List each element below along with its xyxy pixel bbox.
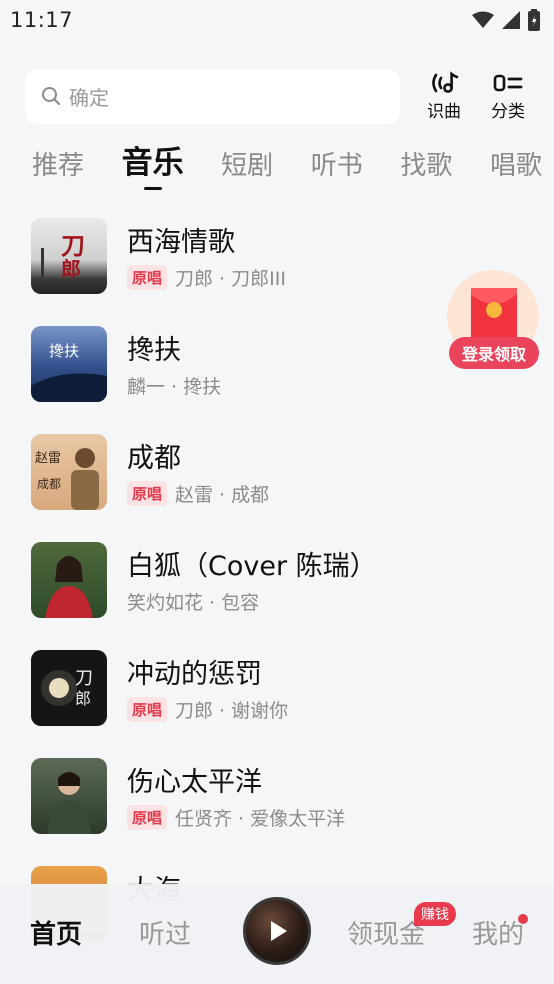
original-badge: 原唱 (127, 481, 168, 506)
song-artist: 赵雷 · 成都 (175, 484, 270, 506)
search-placeholder: 确定 (69, 85, 109, 110)
category-tabs: 推荐 音乐 短剧 听书 找歌 唱歌 (32, 140, 542, 190)
list-item[interactable]: 白狐（Cover 陈瑞） 笑灼如花 · 包容 (0, 534, 554, 634)
music-recognize-icon (432, 70, 459, 93)
notification-dot (518, 914, 528, 924)
search-box[interactable]: 确定 (25, 68, 400, 124)
song-title: 成都 (127, 443, 181, 474)
status-icons (472, 9, 540, 31)
tab-recommend[interactable]: 推荐 (32, 145, 84, 190)
album-cover: 搀扶 (31, 326, 107, 402)
svg-text:郎: 郎 (75, 689, 91, 708)
song-artist: 刀郎 · 刀郎III (175, 268, 286, 290)
song-title: 搀扶 (127, 335, 181, 366)
song-title: 西海情歌 (127, 227, 235, 258)
tab-find-song[interactable]: 找歌 (400, 145, 452, 190)
bottom-nav: 首页 听过 领现金 赚钱 我的 (0, 884, 554, 984)
album-cover (31, 758, 107, 834)
original-badge: 原唱 (127, 697, 168, 722)
battery-icon (528, 9, 540, 31)
svg-text:刀: 刀 (75, 668, 93, 689)
song-artist: 麟一 · 搀扶 (127, 376, 222, 398)
album-cover: 刀 郎 (31, 218, 107, 294)
svg-text:刀: 刀 (61, 231, 85, 260)
earn-money-badge: 赚钱 (414, 902, 456, 926)
search-row: 确定 识曲 分类 (25, 68, 535, 124)
nav-home[interactable]: 首页 (30, 914, 82, 951)
list-item[interactable]: 赵雷 成都 成都 原唱 赵雷 · 成都 (0, 426, 554, 526)
redpacket-label: 登录领取 (449, 337, 539, 369)
nav-history[interactable]: 听过 (139, 914, 191, 951)
song-meta: 麟一 · 搀扶 (127, 372, 221, 399)
song-title: 白狐（Cover 陈瑞） (127, 551, 377, 582)
song-title: 伤心太平洋 (127, 767, 262, 798)
play-button[interactable] (243, 897, 311, 965)
wifi-icon (472, 11, 494, 28)
svg-text:赵雷: 赵雷 (35, 451, 61, 466)
song-meta: 原唱 刀郎 · 谢谢你 (127, 696, 288, 723)
original-badge: 原唱 (127, 265, 168, 290)
song-meta: 原唱 赵雷 · 成都 (127, 480, 269, 507)
status-time: 11:17 (10, 8, 74, 32)
search-icon (42, 87, 60, 105)
svg-text:成都: 成都 (37, 477, 61, 491)
red-envelope-icon (471, 288, 517, 344)
original-badge: 原唱 (127, 805, 168, 830)
tab-short-drama[interactable]: 短剧 (221, 145, 273, 190)
song-meta: 原唱 任贤齐 · 爱像太平洋 (127, 804, 345, 831)
identify-song-button[interactable]: 识曲 (424, 68, 464, 124)
song-title: 冲动的惩罚 (127, 659, 262, 690)
login-reward-redpacket[interactable]: 登录领取 (446, 270, 540, 370)
song-meta: 原唱 刀郎 · 刀郎III (127, 264, 286, 291)
album-cover: 刀 郎 (31, 650, 107, 726)
list-item[interactable]: 刀 郎 冲动的惩罚 原唱 刀郎 · 谢谢你 (0, 642, 554, 742)
song-artist: 笑灼如花 · 包容 (127, 592, 260, 614)
album-cover: 赵雷 成都 (31, 434, 107, 510)
category-button[interactable]: 分类 (488, 68, 528, 124)
song-artist: 任贤齐 · 爱像太平洋 (175, 808, 346, 830)
tab-audiobook[interactable]: 听书 (311, 145, 363, 190)
category-label: 分类 (491, 101, 525, 122)
status-bar: 11:17 (0, 0, 554, 40)
play-icon (271, 921, 287, 941)
tab-karaoke[interactable]: 唱歌 (490, 145, 542, 190)
nav-mine[interactable]: 我的 (472, 914, 524, 951)
signal-icon (502, 11, 520, 29)
tab-music[interactable]: 音乐 (122, 137, 184, 190)
svg-text:搀扶: 搀扶 (49, 342, 79, 360)
category-icon (493, 74, 523, 91)
song-artist: 刀郎 · 谢谢你 (175, 700, 289, 722)
album-cover (31, 542, 107, 618)
identify-song-label: 识曲 (427, 101, 461, 122)
song-meta: 笑灼如花 · 包容 (127, 588, 259, 615)
svg-text:郎: 郎 (61, 257, 81, 281)
list-item[interactable]: 伤心太平洋 原唱 任贤齐 · 爱像太平洋 (0, 750, 554, 850)
